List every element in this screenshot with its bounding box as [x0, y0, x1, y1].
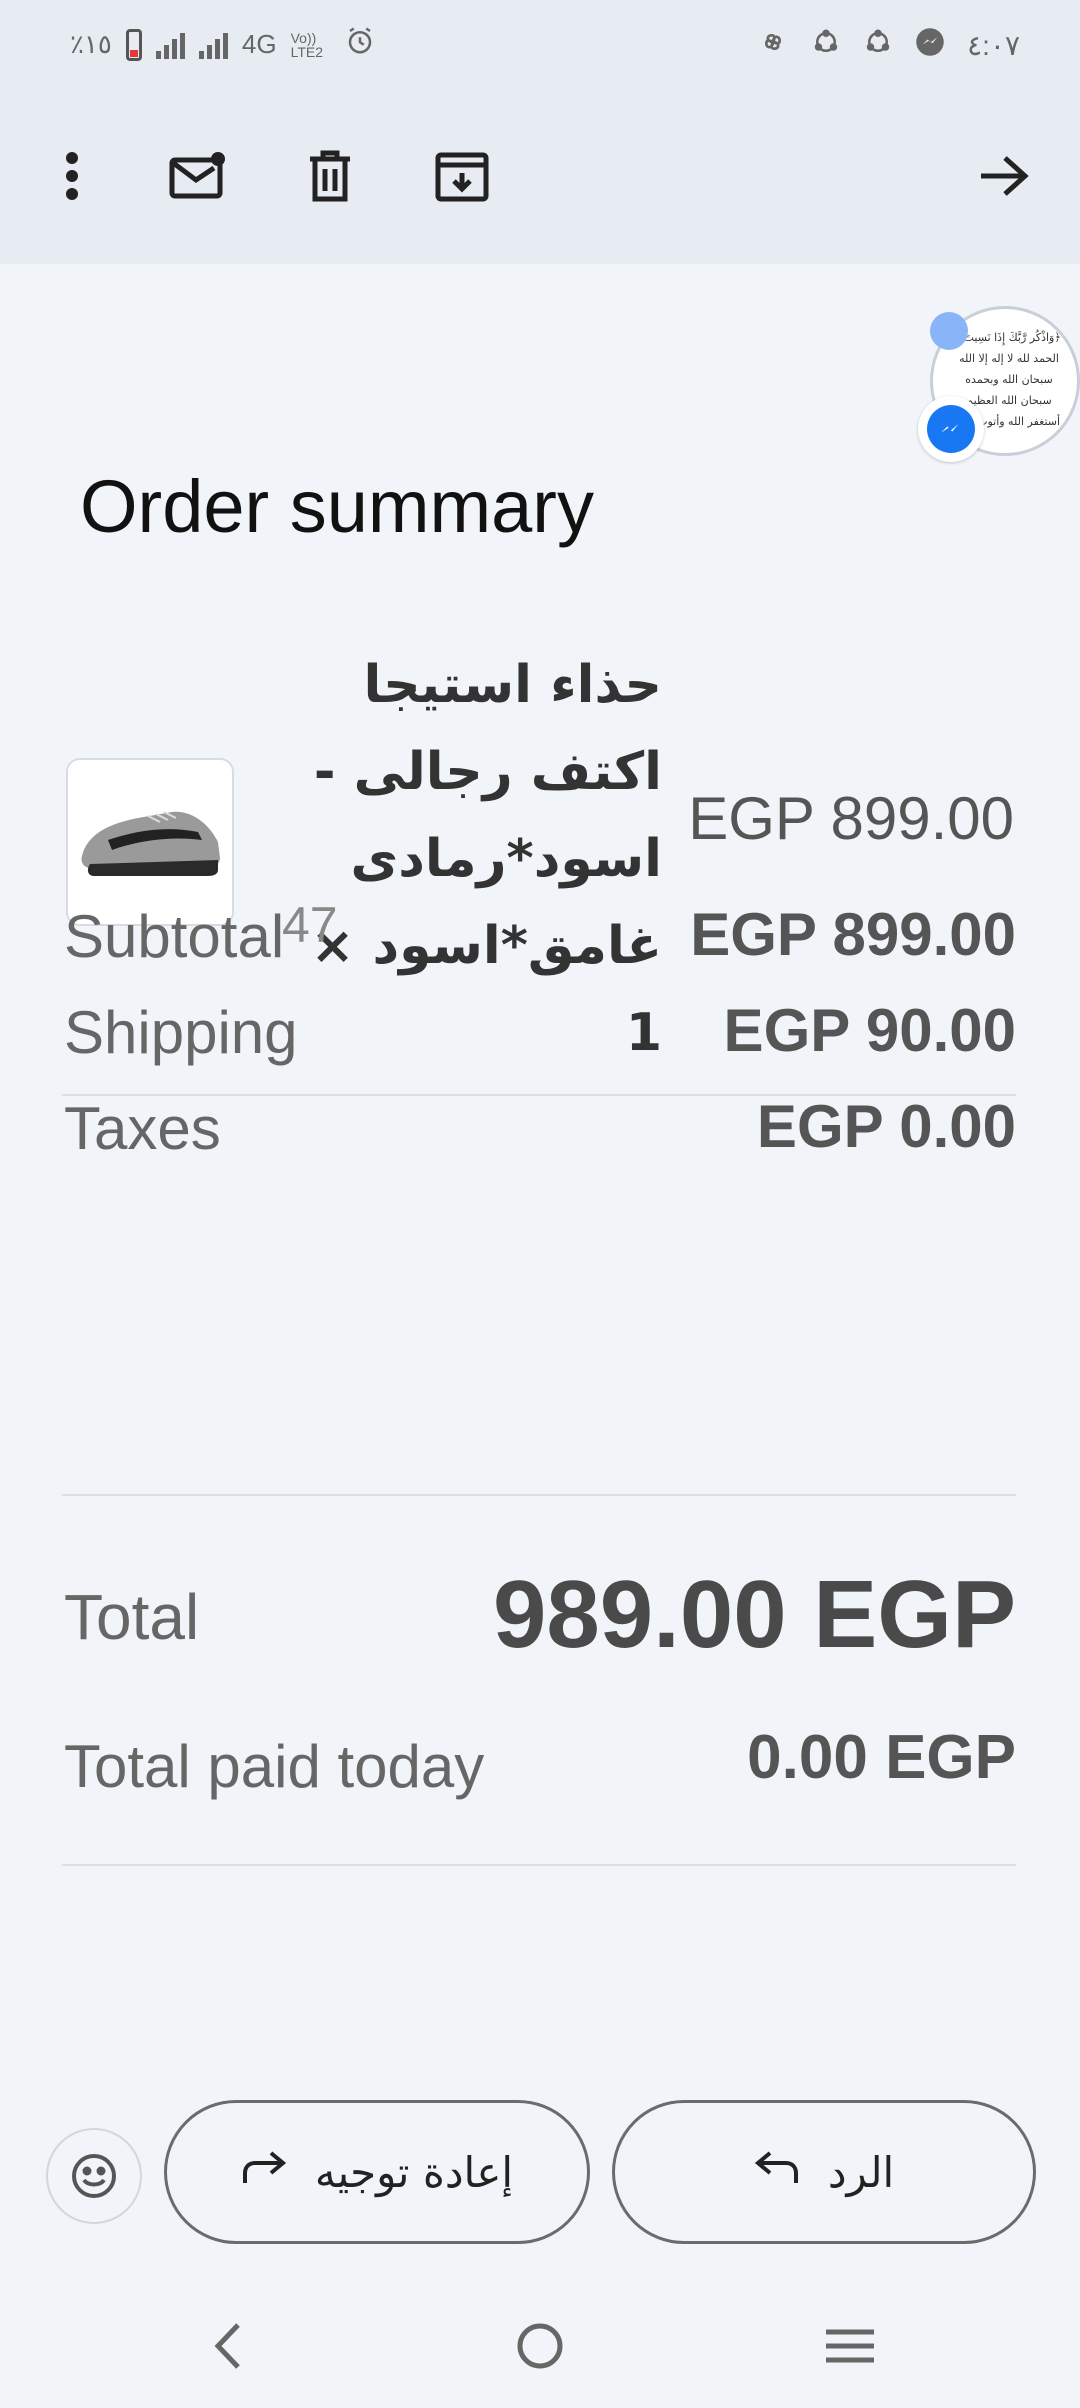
delete-icon[interactable]	[294, 140, 366, 212]
reply-icon	[754, 2148, 800, 2197]
product-price: EGP 899.00	[688, 785, 1014, 852]
network-type: 4G	[241, 29, 277, 59]
order-summary-title: Order summary	[80, 465, 594, 548]
total-label: Total	[64, 1581, 200, 1653]
archive-icon[interactable]	[426, 140, 498, 212]
shipping-value: EGP 90.00	[723, 997, 1016, 1064]
product-variant: 47	[282, 897, 338, 953]
home-nav-icon[interactable]	[500, 2306, 580, 2386]
signal-2-icon	[198, 31, 228, 59]
email-body: Order summary حذاء استيجا اكتف رجالى - ا…	[0, 264, 1080, 2108]
chat-head-indicator	[930, 312, 968, 350]
total-value: 989.00 EGP	[492, 1561, 1016, 1668]
status-bar: ٪١٥ 4G Vo)) LTE2 ٤:٠٧	[0, 0, 1080, 88]
battery-icon	[125, 28, 142, 61]
divider-bottom	[62, 1864, 1016, 1866]
messenger-icon[interactable]	[918, 396, 984, 462]
smiley-icon	[72, 2154, 116, 2198]
pinwheel-icon	[757, 26, 789, 65]
forward-label: إعادة توجيه	[314, 2147, 514, 2197]
signal-icon	[155, 31, 185, 59]
clock-time: ٤:٠٧	[967, 30, 1020, 61]
divider-total	[62, 1494, 1016, 1496]
product-name: حذاء استيجا اكتف رجالى - اسود*رمادى غامق…	[310, 655, 662, 1063]
product-image	[66, 758, 234, 926]
back-nav-icon[interactable]	[188, 2306, 268, 2386]
status-right: ٤:٠٧	[757, 26, 1020, 65]
recents-nav-icon[interactable]	[810, 2306, 890, 2386]
forward-icon	[241, 2148, 287, 2197]
forward-button[interactable]: إعادة توجيه	[164, 2100, 590, 2244]
sync-icon	[811, 27, 841, 64]
system-nav-bar	[0, 2280, 1080, 2408]
mark-unread-icon[interactable]	[162, 140, 234, 212]
subtotal-value: EGP 899.00	[690, 901, 1016, 968]
reply-button[interactable]: الرد	[612, 2100, 1036, 2244]
reply-actions: إعادة توجيه الرد	[0, 2100, 1080, 2260]
total-paid-value: 0.00 EGP	[747, 1723, 1016, 1792]
total-paid-label: Total paid today	[64, 1733, 485, 1800]
alarm-icon	[345, 26, 375, 63]
arrow-right-icon[interactable]	[968, 140, 1040, 212]
more-vert-icon[interactable]	[36, 140, 108, 212]
volte-label: Vo)) LTE2	[290, 29, 324, 60]
email-toolbar	[0, 88, 1080, 264]
shipping-label: Shipping	[64, 999, 298, 1066]
sync-2-icon	[863, 27, 893, 64]
taxes-label: Taxes	[64, 1095, 221, 1162]
subtotal-label: Subtotal	[64, 903, 285, 970]
messenger-status-icon	[915, 27, 945, 64]
taxes-value: EGP 0.00	[756, 1093, 1016, 1160]
status-left: ٪١٥ 4G Vo)) LTE2	[70, 26, 375, 63]
reply-label: الرد	[827, 2147, 895, 2197]
battery-percent: ٪١٥	[70, 29, 112, 59]
emoji-reaction-button[interactable]	[46, 2128, 142, 2224]
